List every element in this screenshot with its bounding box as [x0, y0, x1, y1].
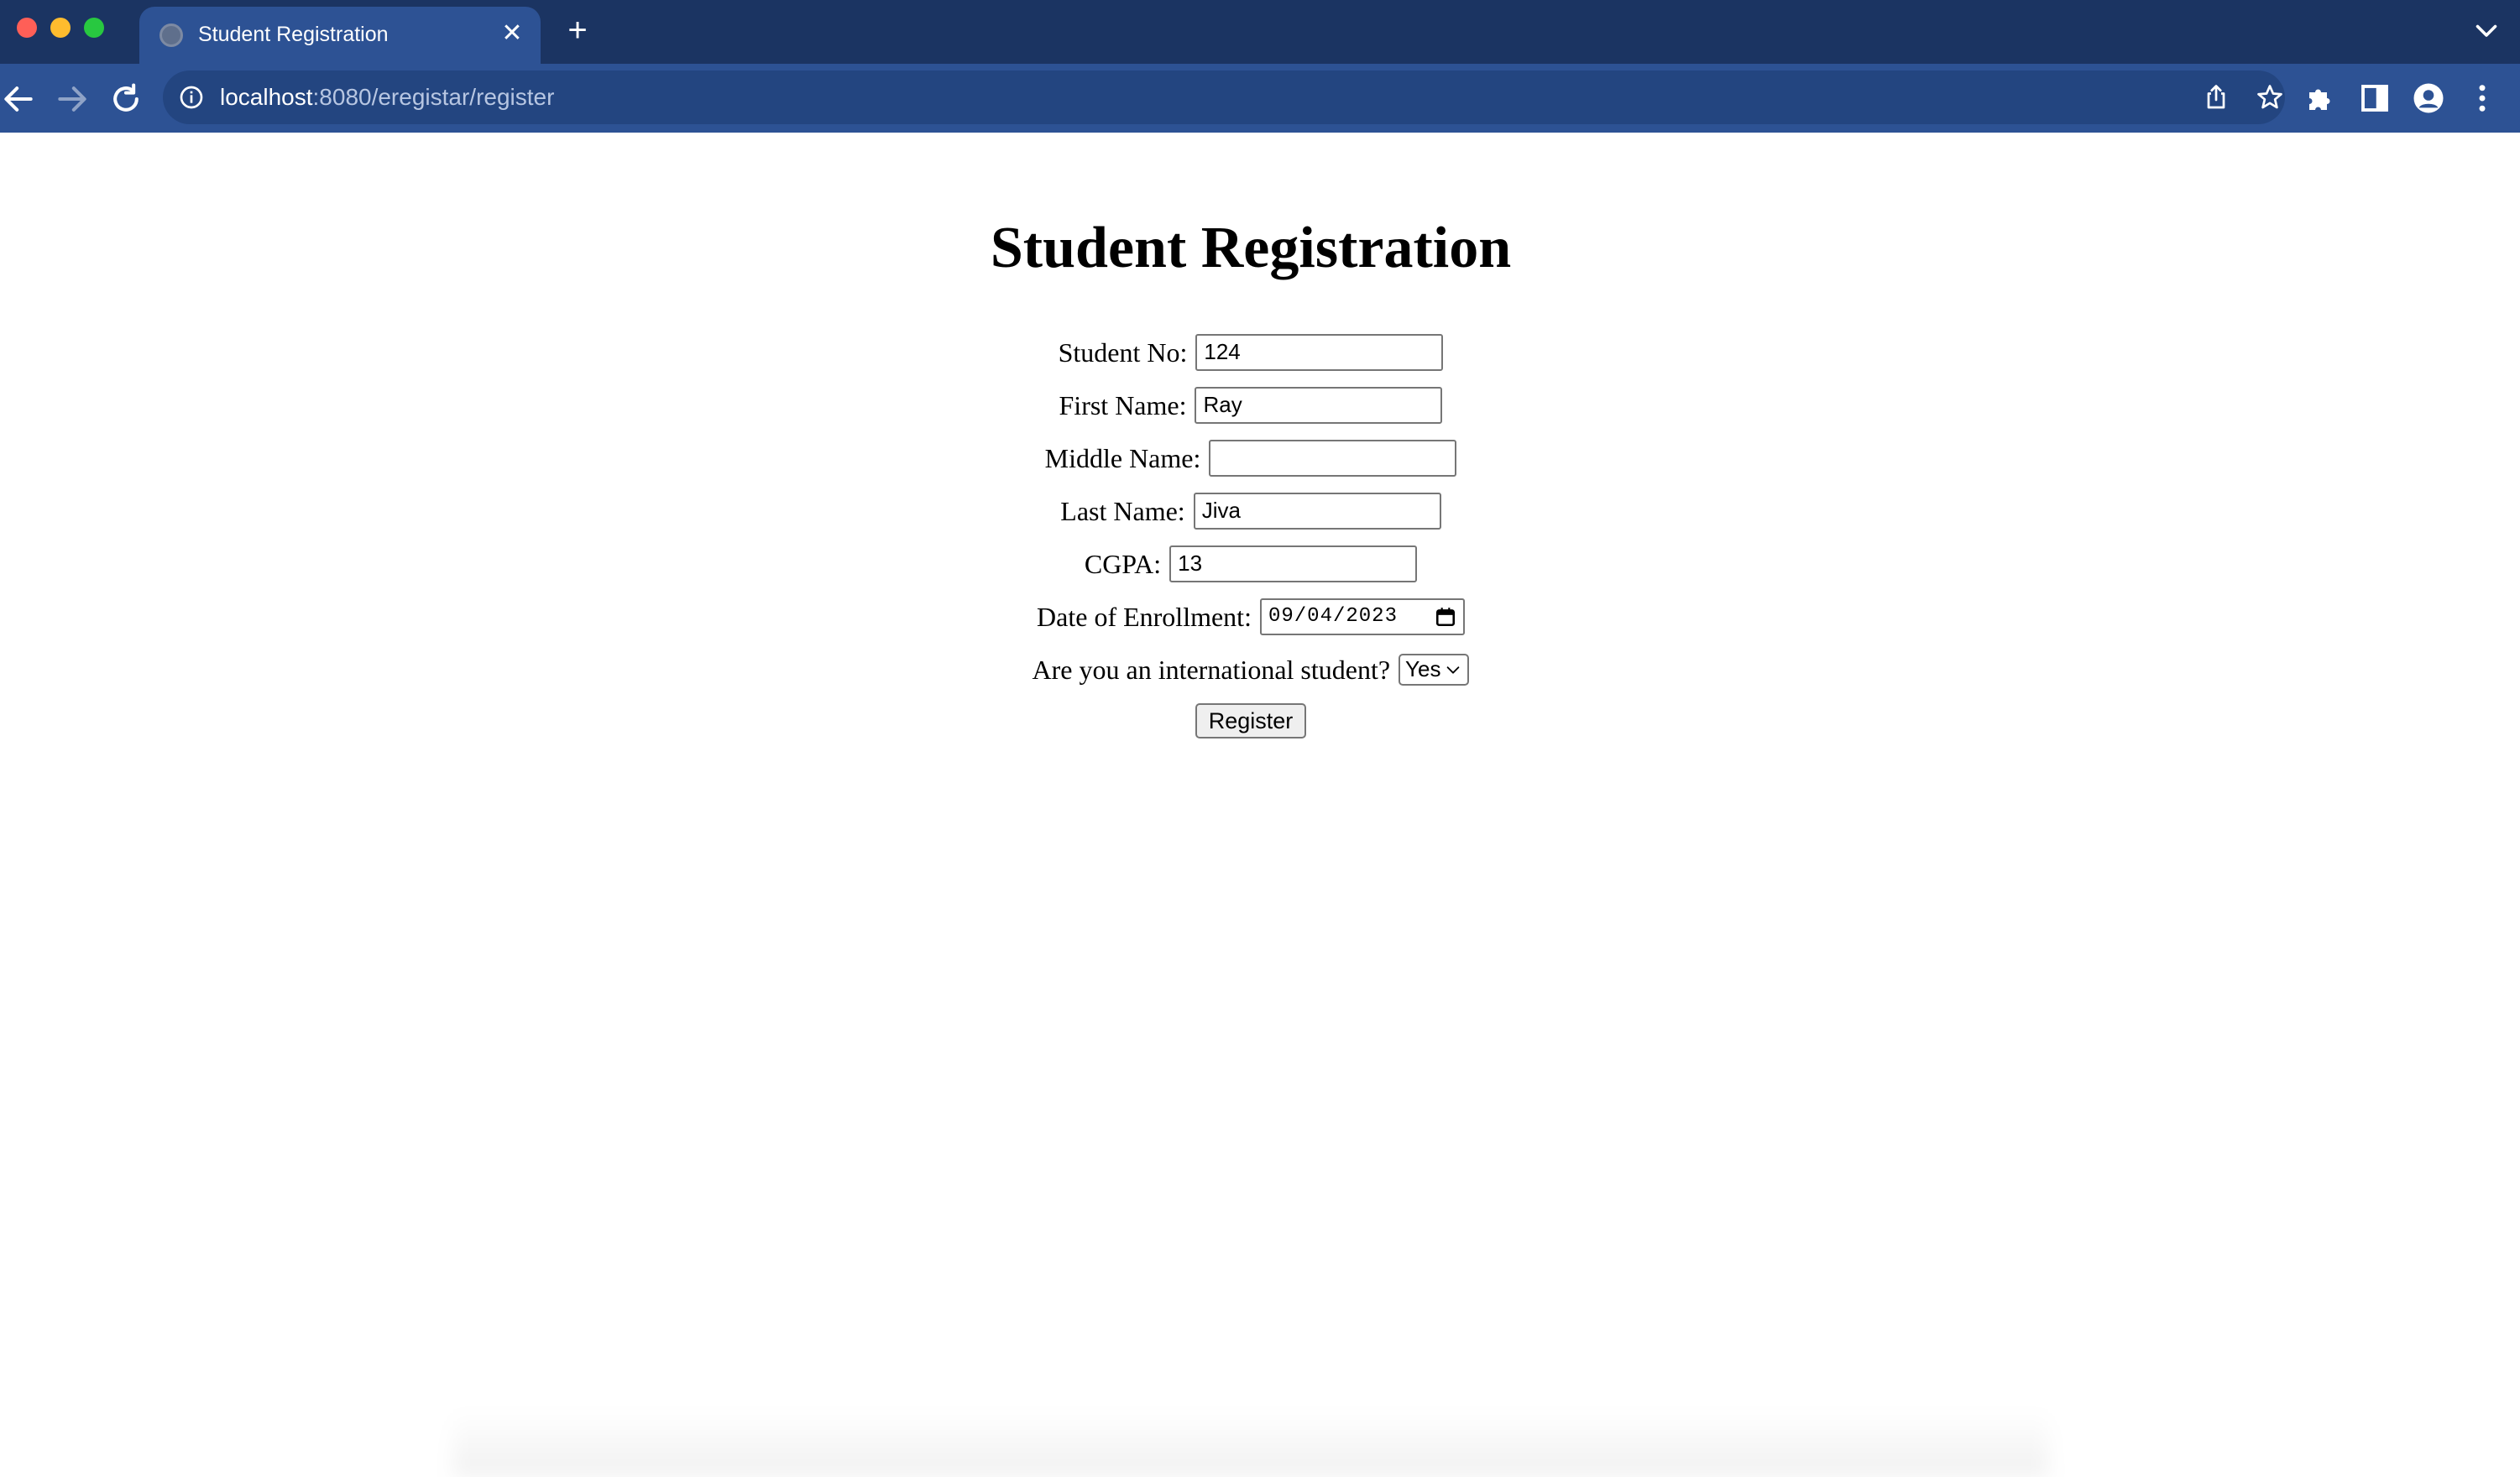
url-path: :8080/eregistar/register — [312, 84, 555, 110]
browser-tab[interactable]: Student Registration ✕ — [139, 7, 541, 65]
last-name-label: Last Name: — [1060, 495, 1185, 526]
browser-titlebar: Student Registration ✕ + — [0, 0, 2520, 65]
middle-name-row: Middle Name: — [0, 431, 2502, 484]
first-name-input[interactable] — [1195, 386, 1443, 424]
cgpa-input[interactable] — [1169, 545, 1418, 582]
star-icon[interactable] — [2255, 82, 2285, 112]
calendar-icon[interactable] — [1435, 606, 1456, 628]
international-select[interactable]: Yes — [1399, 653, 1470, 686]
register-button[interactable]: Register — [1195, 703, 1307, 738]
enrollment-date-row: Date of Enrollment: 09/04/2023 — [0, 590, 2502, 643]
close-tab-icon[interactable]: ✕ — [497, 18, 527, 49]
last-name-row: Last Name: — [0, 484, 2502, 537]
middle-name-label: Middle Name: — [1044, 442, 1201, 473]
window-bottom-shadow — [453, 1410, 2048, 1477]
back-arrow-icon[interactable] — [0, 81, 37, 117]
side-panel-icon[interactable] — [2357, 81, 2392, 116]
cgpa-label: CGPA: — [1084, 548, 1162, 579]
enrollment-date-value: 09/04/2023 — [1268, 605, 1398, 628]
minimize-window-button[interactable] — [50, 18, 71, 38]
kebab-menu-icon[interactable] — [2465, 81, 2500, 116]
international-row: Are you an international student? Yes — [0, 643, 2502, 696]
enrollment-date-label: Date of Enrollment: — [1037, 601, 1252, 632]
cgpa-row: CGPA: — [0, 537, 2502, 590]
globe-icon — [159, 23, 183, 47]
forward-arrow-icon[interactable] — [54, 81, 91, 117]
browser-toolbar: localhost:8080/eregistar/register — [0, 64, 2520, 198]
page-content: Student Registration Student No: First N… — [0, 134, 2520, 1477]
first-name-row: First Name: — [0, 378, 2502, 431]
international-selected-value: Yes — [1405, 656, 1441, 681]
first-name-label: First Name: — [1059, 389, 1187, 420]
maximize-window-button[interactable] — [84, 18, 104, 38]
international-label: Are you an international student? — [1032, 654, 1391, 685]
info-icon[interactable] — [178, 84, 205, 111]
chevron-down-icon[interactable] — [2471, 15, 2502, 45]
student-no-input[interactable] — [1195, 333, 1444, 371]
address-bar[interactable]: localhost:8080/eregistar/register — [163, 70, 2285, 124]
page-title: Student Registration — [990, 216, 1512, 280]
chevron-down-icon — [1447, 665, 1460, 674]
puzzle-icon[interactable] — [2303, 81, 2339, 116]
profile-icon[interactable] — [2411, 81, 2446, 116]
registration-form: Student No: First Name: Middle Name: Las… — [0, 326, 2502, 746]
new-tab-button[interactable]: + — [561, 13, 594, 47]
reload-icon[interactable] — [107, 81, 144, 117]
student-no-label: Student No: — [1058, 337, 1188, 368]
submit-row: Register — [0, 696, 2502, 746]
middle-name-input[interactable] — [1209, 439, 1457, 477]
tab-title: Student Registration — [198, 23, 389, 46]
last-name-input[interactable] — [1193, 492, 1441, 530]
close-window-button[interactable] — [17, 18, 37, 38]
url-text: localhost:8080/eregistar/register — [220, 82, 554, 112]
enrollment-date-input[interactable]: 09/04/2023 — [1259, 598, 1465, 635]
url-host: localhost — [220, 84, 313, 110]
share-icon[interactable] — [2201, 82, 2231, 112]
student-no-row: Student No: — [0, 326, 2502, 378]
